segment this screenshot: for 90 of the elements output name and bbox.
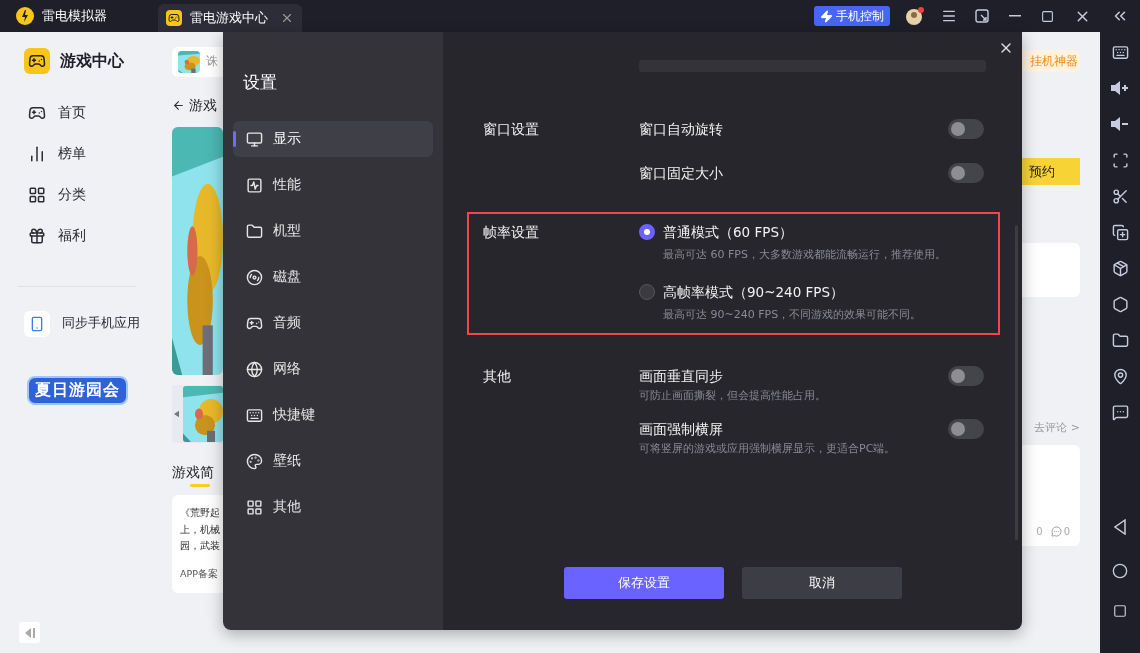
intro-text: 《荒野起 bbox=[180, 507, 221, 520]
sidebar-item[interactable]: 首页 bbox=[58, 103, 86, 122]
close-icon bbox=[280, 11, 294, 25]
settings-nav-item[interactable]: 快捷键 bbox=[233, 397, 433, 433]
save-button[interactable]: 保存设置 bbox=[564, 567, 724, 599]
toggle-switch[interactable] bbox=[948, 163, 984, 183]
sidebar-item[interactable]: 福利 bbox=[58, 226, 86, 245]
section-label: 窗口设置 bbox=[483, 120, 540, 139]
home-icon bbox=[1112, 563, 1128, 579]
option-label: 普通模式（60 FPS） bbox=[663, 223, 793, 242]
settings-nav-item[interactable]: 机型 bbox=[233, 213, 433, 249]
settings-nav-item[interactable]: 性能 bbox=[233, 167, 433, 203]
monitor-icon bbox=[246, 130, 263, 148]
volume-down-icon[interactable] bbox=[1110, 115, 1130, 133]
settings-nav-item[interactable]: 其他 bbox=[233, 489, 433, 525]
location-icon[interactable] bbox=[1111, 367, 1129, 385]
bar-chart-icon bbox=[28, 144, 46, 163]
folder-icon bbox=[246, 222, 263, 240]
activity-icon bbox=[246, 176, 263, 194]
option-label: 高帧率模式（90~240 FPS） bbox=[663, 283, 845, 302]
setting-label: 画面垂直同步 bbox=[639, 367, 724, 386]
reserve-button[interactable]: 预约 bbox=[1022, 158, 1080, 185]
filing-text: APP备案 bbox=[180, 568, 219, 581]
setting-description: 可防止画面撕裂，但会提高性能占用。 bbox=[639, 388, 826, 404]
add-window-icon[interactable] bbox=[1111, 223, 1129, 241]
game-center-logo bbox=[24, 48, 50, 74]
menu-icon bbox=[940, 8, 957, 24]
lightning-icon bbox=[820, 9, 833, 23]
sidebar-item[interactable]: 榜单 bbox=[58, 144, 86, 163]
more-icon[interactable] bbox=[1111, 403, 1129, 421]
folder-icon[interactable] bbox=[1111, 331, 1129, 349]
volume-up-icon[interactable] bbox=[1110, 79, 1130, 97]
sidebar-title: 游戏中心 bbox=[60, 50, 124, 72]
dialog-title: 设置 bbox=[243, 72, 278, 92]
settings-nav-item[interactable]: 壁纸 bbox=[233, 443, 433, 479]
option-description: 最高可达 60 FPS，大多数游戏都能流畅运行，推荐使用。 bbox=[663, 247, 947, 263]
settings-nav-item[interactable]: 显示 bbox=[233, 121, 433, 157]
setting-label: 画面强制横屏 bbox=[639, 420, 724, 439]
section-label: 帧率设置 bbox=[483, 223, 540, 242]
toggle-switch[interactable] bbox=[948, 419, 984, 439]
page-title: 游戏 bbox=[189, 95, 217, 115]
phone-control-button[interactable]: 手机控制 bbox=[814, 6, 890, 26]
hexagon-icon[interactable] bbox=[1111, 295, 1129, 313]
package-icon[interactable] bbox=[1111, 259, 1129, 277]
option-description: 最高可达 90~240 FPS，不同游戏的效果可能不同。 bbox=[663, 307, 923, 323]
left-arrow-icon[interactable] bbox=[174, 410, 179, 418]
globe-icon bbox=[246, 360, 263, 378]
browser-tab[interactable]: 雷电游戏中心 bbox=[158, 4, 302, 32]
comment-icon bbox=[1050, 526, 1062, 538]
scissors-icon[interactable] bbox=[1111, 187, 1129, 205]
settings-nav-item[interactable]: 磁盘 bbox=[233, 259, 433, 295]
radio-button[interactable] bbox=[639, 224, 655, 240]
gift-icon bbox=[28, 226, 46, 245]
grid-icon bbox=[28, 185, 46, 204]
settings-nav-item[interactable]: 网络 bbox=[233, 351, 433, 387]
setting-label: 窗口自动旋转 bbox=[639, 120, 723, 139]
gamepad-icon bbox=[168, 12, 180, 24]
info-card bbox=[1022, 243, 1080, 297]
maximize-icon bbox=[1041, 9, 1054, 23]
sidebar-item[interactable]: 同步手机应用 bbox=[62, 315, 140, 332]
intro-text: 园，武装 bbox=[180, 539, 221, 553]
setting-description: 可将竖屏的游戏或应用强制横屏显示，更适合PC端。 bbox=[639, 441, 896, 457]
toggle-switch[interactable] bbox=[948, 366, 984, 386]
back-icon[interactable] bbox=[1114, 519, 1126, 535]
comment-count: 0 bbox=[1063, 525, 1070, 539]
disc-icon bbox=[246, 268, 263, 286]
radio-button[interactable] bbox=[639, 284, 655, 300]
sidebar-item[interactable]: 分类 bbox=[58, 185, 86, 204]
phone-sync-icon bbox=[24, 310, 50, 337]
tag: 挂机神器 bbox=[1022, 50, 1080, 72]
back-arrow-icon bbox=[172, 98, 185, 112]
cancel-button[interactable]: 取消 bbox=[742, 567, 902, 599]
palette-icon bbox=[246, 452, 263, 470]
app-logo-icon bbox=[16, 7, 34, 25]
setting-label: 窗口固定大小 bbox=[639, 164, 723, 183]
grid-icon bbox=[246, 498, 263, 516]
screen-rotate-icon[interactable] bbox=[974, 9, 989, 23]
minimize-icon[interactable] bbox=[1008, 15, 1021, 17]
toggle-switch[interactable] bbox=[948, 119, 984, 139]
intro-text: 上，机械 bbox=[180, 523, 221, 536]
settings-nav-item[interactable]: 音频 bbox=[233, 305, 433, 341]
event-banner[interactable]: 夏日游园会 bbox=[27, 376, 128, 405]
section-label: 其他 bbox=[483, 367, 512, 386]
keyboard-icon[interactable] bbox=[1111, 43, 1129, 61]
app-title: 雷电模拟器 bbox=[42, 7, 107, 25]
fullscreen-icon[interactable] bbox=[1111, 151, 1129, 169]
section-heading: 游戏简 bbox=[172, 463, 215, 482]
keyboard-icon bbox=[246, 406, 263, 424]
like-count: 0 bbox=[1036, 525, 1043, 539]
recents-icon bbox=[1113, 604, 1127, 618]
